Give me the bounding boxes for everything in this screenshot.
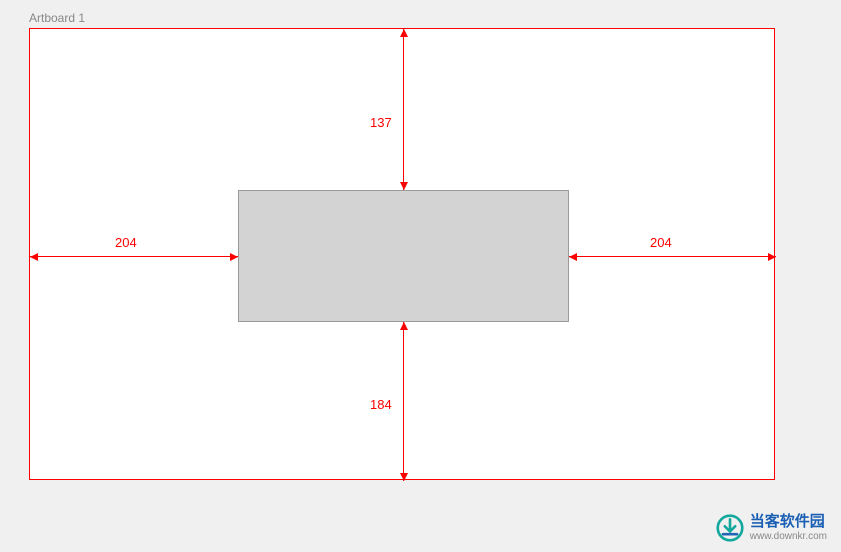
measurement-label-right: 204 [650, 235, 672, 250]
arrow-left-icon [569, 253, 577, 261]
arrow-right-icon [768, 253, 776, 261]
watermark-url: www.downkr.com [750, 531, 827, 542]
arrow-down-icon [400, 182, 408, 190]
artboard-canvas[interactable]: 137 184 204 204 [29, 28, 775, 480]
arrow-right-icon [230, 253, 238, 261]
artboard-label: Artboard 1 [29, 11, 85, 25]
measurement-line-right [569, 256, 776, 257]
watermark-logo-icon [716, 514, 744, 542]
arrow-down-icon [400, 473, 408, 481]
watermark: 当客软件园 www.downkr.com [716, 514, 827, 542]
measurement-line-top [403, 29, 404, 190]
measurement-label-top: 137 [370, 115, 392, 130]
watermark-title: 当客软件园 [750, 514, 827, 531]
measurement-line-bottom [403, 322, 404, 481]
measurement-line-left [30, 256, 238, 257]
selected-shape-rectangle[interactable] [238, 190, 569, 322]
measurement-label-left: 204 [115, 235, 137, 250]
watermark-text: 当客软件园 www.downkr.com [750, 514, 827, 542]
arrow-left-icon [30, 253, 38, 261]
arrow-up-icon [400, 29, 408, 37]
arrow-up-icon [400, 322, 408, 330]
measurement-label-bottom: 184 [370, 397, 392, 412]
